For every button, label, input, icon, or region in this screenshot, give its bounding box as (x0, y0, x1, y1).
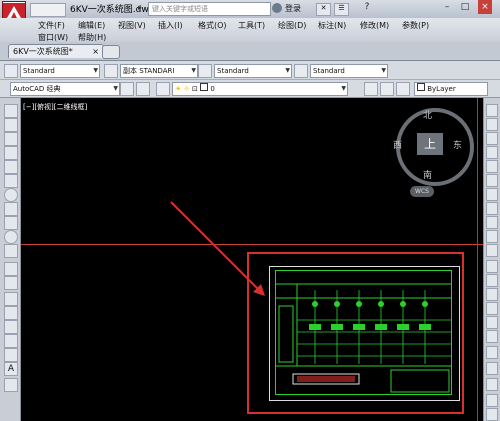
dim-style-icon[interactable] (104, 64, 118, 78)
rotate-tool-icon[interactable] (486, 188, 498, 201)
join-tool-icon[interactable] (486, 288, 498, 301)
break-tool-icon[interactable] (486, 274, 498, 287)
menu-parameter[interactable]: 参数(P) (402, 20, 429, 31)
construction-line-tool-icon[interactable] (4, 118, 18, 132)
layer-previous-icon[interactable] (380, 82, 394, 96)
table-tool-icon[interactable] (4, 348, 18, 362)
lightbulb-icon: ☀ (175, 85, 182, 93)
workspace-select[interactable]: AutoCAD 经典 ▼ (10, 82, 120, 96)
layer-select[interactable]: ☀ ☼ ⊡ 0 ▼ (172, 82, 348, 96)
insert-block-tool-icon[interactable] (4, 262, 18, 276)
menu-tools[interactable]: 工具(T) (238, 20, 265, 31)
copy-tool-icon[interactable] (486, 118, 498, 131)
minimize-button[interactable]: – (440, 0, 454, 14)
point-tool-icon[interactable] (4, 292, 18, 306)
line-tool-icon[interactable] (4, 104, 18, 118)
explode-tool-icon[interactable] (486, 346, 498, 359)
chamfer-tool-icon[interactable] (486, 302, 498, 315)
gradient-tool-icon[interactable] (4, 320, 18, 334)
revcloud-tool-icon[interactable] (4, 202, 18, 216)
connect-icon[interactable]: ☰ (334, 3, 349, 16)
layer-color-swatch (200, 83, 209, 91)
close-button[interactable]: × (478, 0, 492, 14)
single-line-diagram-drawing (275, 270, 452, 395)
blend-curves-tool-icon[interactable] (486, 330, 498, 343)
tab-active-drawing[interactable]: 6KV一次系统图* × (8, 44, 104, 58)
break-at-point-tool-icon[interactable] (486, 260, 498, 273)
layer-manager-icon[interactable] (156, 82, 170, 96)
menu-edit[interactable]: 编辑(E) (78, 20, 105, 31)
circle-tool-icon[interactable] (4, 188, 18, 202)
exchange-icon[interactable]: ✕ (316, 3, 331, 16)
search-input[interactable]: 键入关键字或短语 (148, 2, 271, 16)
menu-view[interactable]: 视图(V) (118, 20, 146, 31)
customize-icon[interactable] (136, 82, 150, 96)
ellipse-arc-tool-icon[interactable] (4, 244, 18, 258)
polygon-tool-icon[interactable] (4, 146, 18, 160)
autocad-logo-icon (7, 6, 21, 18)
design-center-tool-icon[interactable] (486, 394, 498, 407)
add-selected-tool-icon[interactable] (4, 378, 18, 392)
title-overflow-icon[interactable]: ▸ (138, 3, 142, 12)
hatch-tool-icon[interactable] (4, 306, 18, 320)
drawing-canvas[interactable]: [−][俯视][二维线框] 北 南 东 西 上 WCS (21, 98, 483, 421)
move-tool-icon[interactable] (486, 174, 498, 187)
menu-file[interactable]: 文件(F) (38, 20, 65, 31)
make-block-tool-icon[interactable] (4, 276, 18, 290)
multiline-text-tool-icon[interactable]: A (4, 362, 18, 376)
polyline-tool-icon[interactable] (4, 132, 18, 146)
region-tool-icon[interactable] (4, 334, 18, 348)
table-style-icon[interactable] (198, 64, 212, 78)
lock-icon: ⊡ (192, 85, 198, 93)
layer-properties-tool-icon[interactable] (486, 378, 498, 391)
mirror-tool-icon[interactable] (486, 132, 498, 145)
mleader-style-icon[interactable] (294, 64, 308, 78)
sun-icon: ☼ (183, 85, 190, 93)
layer-name: 0 (210, 85, 215, 93)
tab-close-icon[interactable]: × (92, 45, 99, 58)
text-style-icon[interactable] (4, 64, 18, 78)
text-style-select[interactable]: Standard ▼ (20, 64, 100, 78)
maximize-button[interactable]: □ (458, 0, 472, 14)
dim-style-select[interactable]: 副本 STANDARI ▼ (120, 64, 198, 78)
stretch-tool-icon[interactable] (486, 216, 498, 229)
color-swatch (417, 83, 425, 91)
rectangle-tool-icon[interactable] (4, 160, 18, 174)
scale-tool-icon[interactable] (486, 202, 498, 215)
ellipse-tool-icon[interactable] (4, 230, 18, 244)
menu-draw[interactable]: 绘图(D) (278, 20, 306, 31)
user-icon (272, 3, 282, 13)
erase-tool-icon[interactable] (486, 104, 498, 117)
fillet-tool-icon[interactable] (486, 316, 498, 329)
tab-label: 6KV一次系统图* (13, 47, 73, 56)
color-select[interactable]: ByLayer (414, 82, 488, 96)
array-tool-icon[interactable] (486, 160, 498, 173)
spline-tool-icon[interactable] (4, 216, 18, 230)
table-style-select[interactable]: Standard ▼ (214, 64, 292, 78)
trim-tool-icon[interactable] (486, 230, 498, 243)
login-button[interactable]: 登录 (285, 3, 301, 14)
mleader-style-select[interactable]: Standard ▼ (310, 64, 388, 78)
layer-state-icon[interactable] (396, 82, 410, 96)
arc-tool-icon[interactable] (4, 174, 18, 188)
tool-palettes-icon[interactable] (486, 408, 498, 421)
menu-format[interactable]: 格式(O) (198, 20, 227, 31)
new-tab-button[interactable] (102, 45, 120, 59)
extend-tool-icon[interactable] (486, 244, 498, 257)
offset-tool-icon[interactable] (486, 146, 498, 159)
quick-access-toolbar[interactable] (30, 3, 66, 17)
help-button[interactable]: ? (360, 0, 374, 14)
menu-insert[interactable]: 插入(I) (158, 20, 183, 31)
menu-dimension[interactable]: 标注(N) (318, 20, 346, 31)
menu-modify[interactable]: 修改(M) (360, 20, 389, 31)
properties-tool-icon[interactable] (486, 362, 498, 375)
workspace-settings-icon[interactable] (120, 82, 134, 96)
make-current-layer-icon[interactable] (364, 82, 378, 96)
